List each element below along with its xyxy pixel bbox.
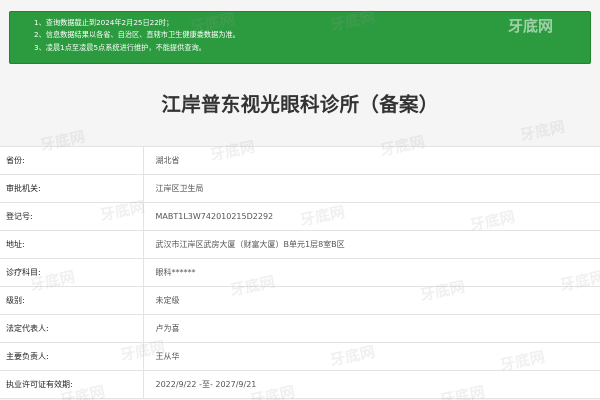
row-value: 武汉市江岸区武房大厦（财富大厦）B单元1层8室B区: [143, 230, 600, 259]
table-row: 主要负责人: 王从华: [0, 342, 600, 371]
row-value: 江岸区卫生局: [143, 174, 600, 203]
table-row: 法定代表人: 卢为喜: [0, 314, 600, 343]
watermark-logo: 牙底网: [508, 17, 554, 35]
page: 1、查询数据截止到2024年2月25日22时； 2、信息数据结果以各省、自治区、…: [0, 0, 600, 400]
notice-item: 3、凌晨1点至凌晨5点系统进行维护，不能提供查询。: [34, 42, 206, 52]
watermark-text: 牙底网: [518, 117, 567, 145]
page-title: 江岸普东视光眼科诊所（备案）: [161, 93, 439, 116]
row-value: 卢为喜: [143, 314, 600, 343]
row-value: 王从华: [143, 342, 600, 371]
row-label: 省份:: [0, 146, 144, 175]
row-value: MABT1L3W742010215D2292: [143, 202, 600, 231]
notice-item: 2、信息数据结果以各省、自治区、直辖市卫生健康委数据为准。: [34, 30, 240, 40]
row-label: 审批机关:: [0, 174, 144, 203]
notice-item: 1、查询数据截止到2024年2月25日22时；: [34, 18, 174, 27]
table-row: 审批机关: 江岸区卫生局: [0, 174, 600, 203]
table-row: 省份: 湖北省: [0, 146, 600, 175]
notice-banner: 1、查询数据截止到2024年2月25日22时； 2、信息数据结果以各省、自治区、…: [9, 11, 591, 64]
info-table: 省份: 湖北省 审批机关: 江岸区卫生局 登记号: MABT1L3W742010…: [0, 146, 600, 399]
row-label: 主要负责人:: [0, 342, 144, 371]
table-row: 地址: 武汉市江岸区武房大厦（财富大厦）B单元1层8室B区: [0, 230, 600, 259]
row-label: 地址:: [0, 230, 144, 259]
row-label: 执业许可证有效期:: [0, 370, 144, 399]
row-value: 未定级: [143, 286, 600, 315]
table-row: 登记号: MABT1L3W742010215D2292: [0, 202, 600, 231]
row-value: 眼科******: [143, 258, 600, 287]
row-label: 登记号:: [0, 202, 144, 231]
table-row: 诊疗科目: 眼科******: [0, 258, 600, 287]
table-row: 级别: 未定级: [0, 286, 600, 315]
row-label: 级别:: [0, 286, 144, 315]
row-label: 法定代表人:: [0, 314, 144, 343]
row-value: 湖北省: [143, 146, 600, 175]
row-label: 诊疗科目:: [0, 258, 144, 287]
row-value: 2022/9/22 -至- 2027/9/21: [143, 370, 600, 399]
table-row: 执业许可证有效期: 2022/9/22 -至- 2027/9/21: [0, 370, 600, 399]
